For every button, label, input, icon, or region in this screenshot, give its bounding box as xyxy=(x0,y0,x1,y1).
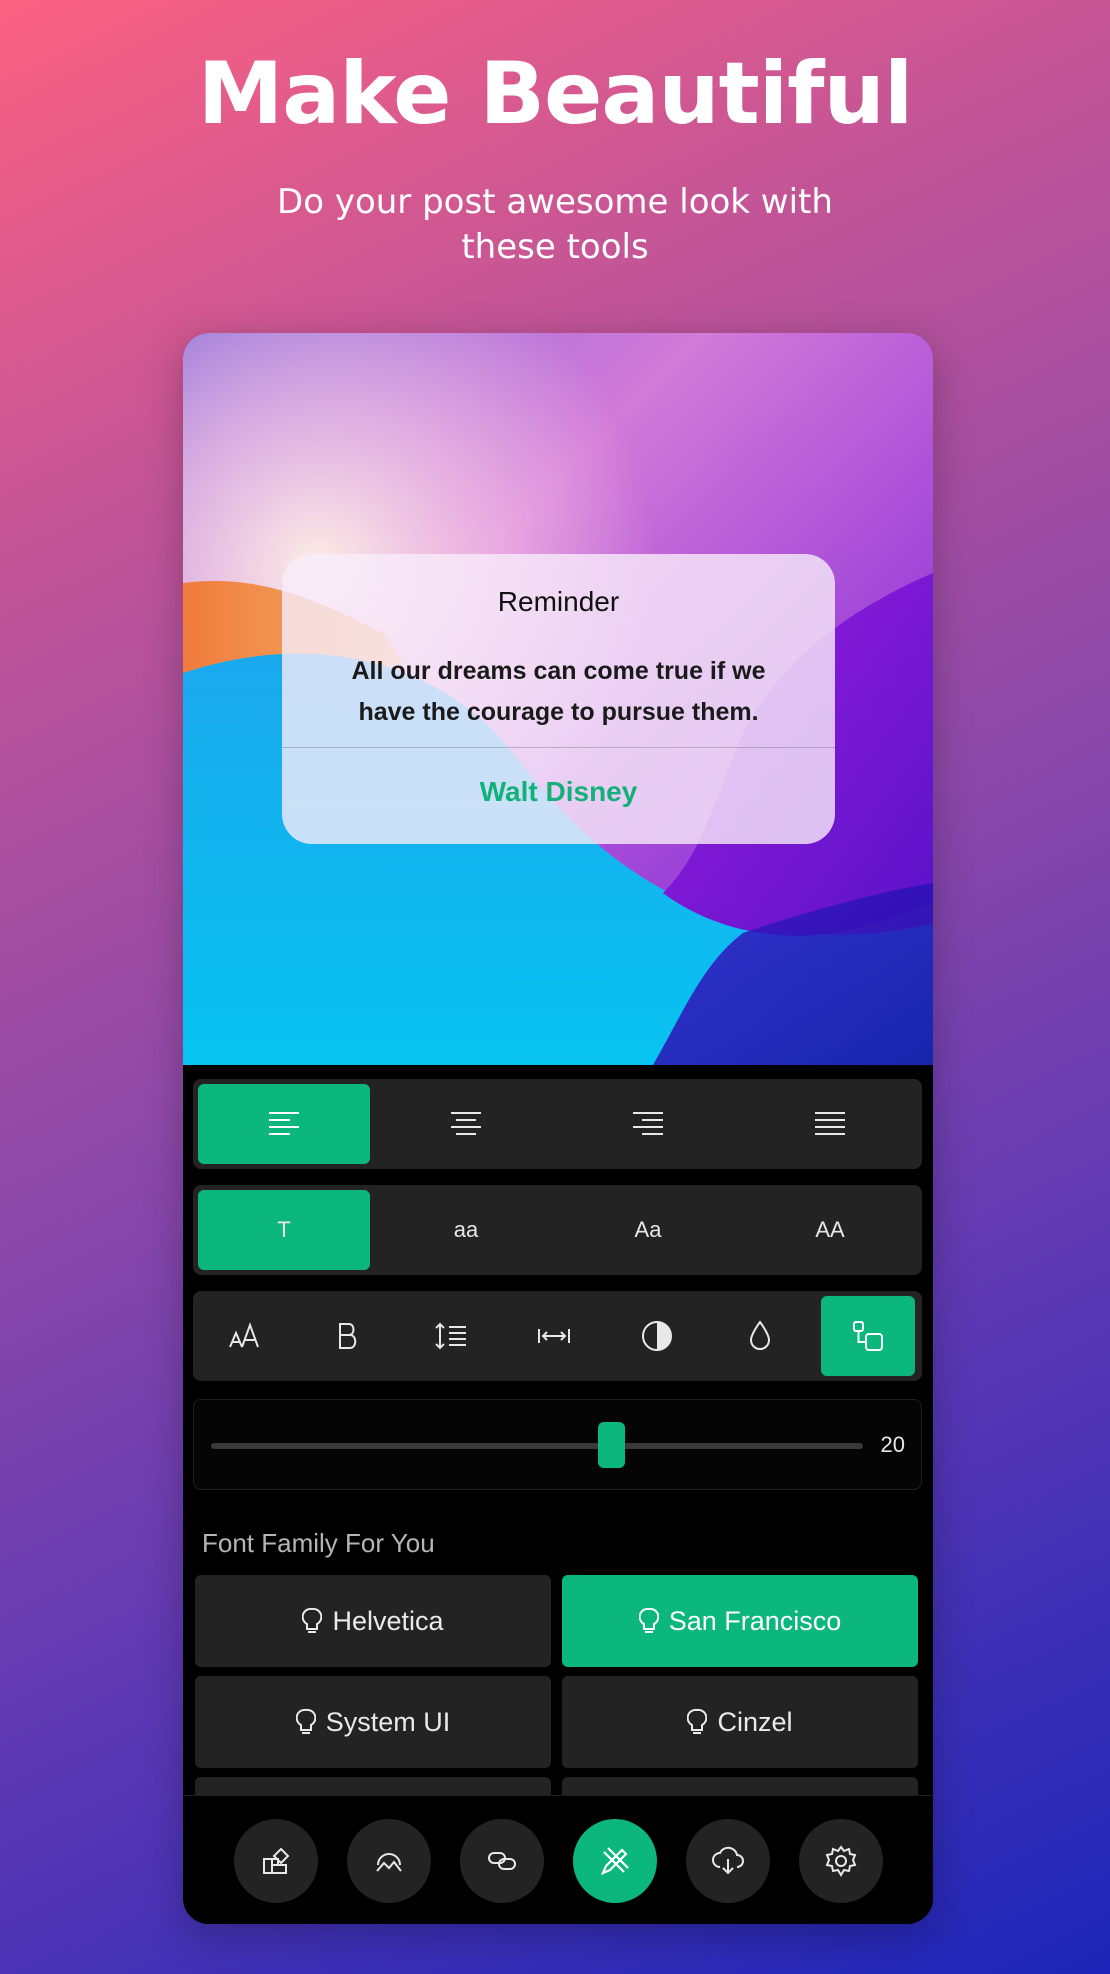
post-canvas[interactable]: Reminder All our dreams can come true if… xyxy=(183,333,933,1065)
nav-settings-button[interactable] xyxy=(799,1819,883,1903)
alignment-control xyxy=(193,1079,922,1169)
font-size-icon xyxy=(229,1322,259,1348)
letter-spacing-icon xyxy=(538,1329,570,1343)
letter-spacing-tool[interactable] xyxy=(507,1296,601,1376)
font-option-label: San Francisco xyxy=(668,1605,842,1636)
settings-icon xyxy=(825,1845,857,1877)
align-left-icon xyxy=(269,1112,299,1135)
quote-divider xyxy=(282,747,835,748)
font-option-label: Cinzel xyxy=(717,1706,793,1737)
line-height-icon xyxy=(435,1322,466,1350)
position-tool[interactable] xyxy=(821,1296,915,1376)
nav-download-button[interactable] xyxy=(686,1819,770,1903)
templates-icon xyxy=(263,1847,290,1874)
lightbulb-icon xyxy=(638,1607,659,1633)
font-option-system-ui[interactable]: System UI xyxy=(195,1676,551,1768)
slider-value: 20 xyxy=(880,1432,905,1457)
value-slider: 20 xyxy=(193,1399,922,1490)
cloud-download-icon xyxy=(712,1846,744,1875)
page-headline: Make Beautiful xyxy=(197,44,914,144)
quote-title: Reminder xyxy=(497,586,620,617)
lightbulb-icon xyxy=(687,1708,708,1734)
font-option-san-francisco[interactable]: San Francisco xyxy=(562,1575,918,1667)
text-case-control: T aa Aa AA xyxy=(193,1185,922,1275)
page-subheadline: Do your post awesome look with these too… xyxy=(277,182,833,267)
background-image-icon xyxy=(376,1853,402,1872)
case-normal-button[interactable]: T xyxy=(198,1190,370,1270)
bottom-nav xyxy=(183,1795,933,1924)
case-title-button[interactable]: Aa xyxy=(562,1190,734,1270)
font-option-helvetica[interactable]: Helvetica xyxy=(195,1575,551,1667)
phone-mockup: Reminder All our dreams can come true if… xyxy=(183,333,933,1924)
align-center-button[interactable] xyxy=(380,1084,552,1164)
lightbulb-icon xyxy=(295,1708,316,1734)
nav-edit-style-button[interactable] xyxy=(573,1819,657,1903)
font-family-label: Font Family For You xyxy=(202,1528,435,1558)
slider-track[interactable] xyxy=(211,1443,863,1449)
lightbulb-icon xyxy=(302,1607,323,1633)
quote-card[interactable]: Reminder All our dreams can come true if… xyxy=(282,554,835,844)
position-icon xyxy=(853,1321,883,1351)
align-justify-button[interactable] xyxy=(744,1084,916,1164)
color-drop-tool[interactable] xyxy=(713,1296,807,1376)
nav-background-button[interactable] xyxy=(347,1819,431,1903)
bold-tool[interactable] xyxy=(301,1296,395,1376)
case-upper-button[interactable]: AA xyxy=(744,1190,916,1270)
contrast-tool[interactable] xyxy=(610,1296,704,1376)
quote-author: Walt Disney xyxy=(479,776,638,807)
font-option-label: Helvetica xyxy=(332,1605,444,1636)
nav-templates-button[interactable] xyxy=(234,1819,318,1903)
slider-thumb[interactable] xyxy=(598,1422,626,1468)
color-drop-icon xyxy=(749,1320,771,1350)
align-left-button[interactable] xyxy=(198,1084,370,1164)
line-height-tool[interactable] xyxy=(404,1296,498,1376)
text-tools-bar xyxy=(193,1291,922,1381)
case-lower-button[interactable]: aa xyxy=(380,1190,552,1270)
contrast-icon xyxy=(642,1321,672,1351)
bold-icon xyxy=(339,1323,357,1349)
align-justify-icon xyxy=(815,1112,845,1135)
quote-text: All our dreams can come true if we have … xyxy=(351,657,766,726)
link-icon xyxy=(488,1852,516,1870)
font-option-cinzel[interactable]: Cinzel xyxy=(562,1676,918,1768)
edit-style-icon xyxy=(600,1847,629,1876)
align-center-icon xyxy=(451,1112,481,1135)
font-size-tool[interactable] xyxy=(198,1296,292,1376)
font-option-label: System UI xyxy=(325,1706,451,1737)
align-right-icon xyxy=(633,1112,663,1135)
nav-link-button[interactable] xyxy=(460,1819,544,1903)
align-right-button[interactable] xyxy=(562,1084,734,1164)
